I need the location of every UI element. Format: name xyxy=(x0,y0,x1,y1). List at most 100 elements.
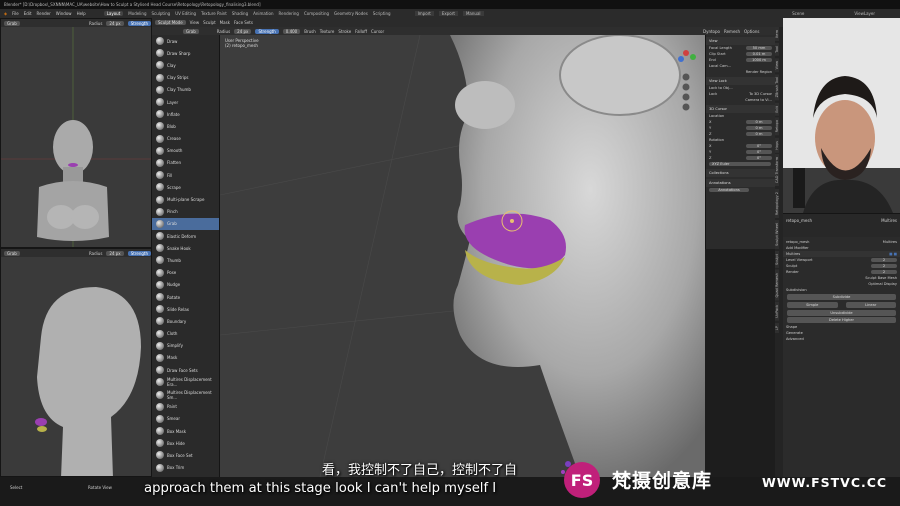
rotation-mode-dropdown[interactable]: XYZ Euler xyxy=(709,162,771,166)
3d-cursor-header[interactable]: 3D Cursor xyxy=(706,105,775,113)
workspace-tab-compositing[interactable]: Compositing xyxy=(304,11,329,16)
tool-item[interactable]: Pose xyxy=(152,267,219,279)
scene-selector[interactable]: Scene xyxy=(792,11,804,16)
tool-item[interactable]: Pinch xyxy=(152,206,219,218)
tool-item[interactable]: Boundary xyxy=(152,315,219,327)
rotation-z-field[interactable]: 0° xyxy=(746,156,772,160)
collections-header[interactable]: Collections xyxy=(706,169,775,177)
tool-item[interactable]: Slide Relax xyxy=(152,303,219,315)
rotation-y-field[interactable]: 0° xyxy=(746,150,772,154)
workspace-tab-geometry-nodes[interactable]: Geometry Nodes xyxy=(334,11,368,16)
active-tool-field[interactable]: Grab xyxy=(183,28,199,34)
sidebar-tab[interactable]: Retopology 2 xyxy=(775,188,779,218)
tool-name[interactable]: Grab xyxy=(4,20,20,26)
cursor-y-field[interactable]: 0 m xyxy=(746,126,772,130)
radius-field[interactable]: 24 px xyxy=(106,20,124,26)
tool-item[interactable]: Cloth xyxy=(152,328,219,340)
properties-modifier-tab[interactable]: Multires xyxy=(883,240,897,244)
import-button[interactable]: Import xyxy=(414,11,434,16)
menu-view[interactable]: View xyxy=(190,20,200,25)
tool-item[interactable]: Multires Displacement Era... xyxy=(152,376,219,388)
workspace-tab-layout[interactable]: Layout xyxy=(103,11,124,16)
menu-edit[interactable]: Edit xyxy=(24,11,32,16)
tool-item[interactable]: Mask xyxy=(152,352,219,364)
tool-item[interactable]: Grab xyxy=(152,217,219,230)
menu-sculpt[interactable]: Sculpt xyxy=(203,20,216,25)
tool-item[interactable]: Draw xyxy=(152,35,219,47)
texture-menu[interactable]: Texture xyxy=(320,29,335,34)
radius-field[interactable]: 24 px xyxy=(106,250,124,256)
tool-item[interactable]: Smear xyxy=(152,413,219,425)
shape-panel[interactable]: Shape xyxy=(786,325,797,329)
mode-selector[interactable]: Sculpt Mode xyxy=(155,20,186,25)
menu-face-sets[interactable]: Face Sets xyxy=(234,20,253,25)
sidebar-tab[interactable]: Sculpt xyxy=(775,250,779,268)
workspace-tab-uv-editing[interactable]: UV Editing xyxy=(175,11,196,16)
sidebar-tab[interactable]: Item xyxy=(775,27,779,41)
tool-item[interactable]: Layer xyxy=(152,96,219,108)
optimal-display-checkbox[interactable]: Optimal Display xyxy=(868,282,897,286)
modifier-toggles-icon[interactable]: ■ ■ xyxy=(889,252,897,256)
generate-panel[interactable]: Generate xyxy=(786,331,803,335)
dyntopo-menu[interactable]: Dyntopo xyxy=(703,29,720,34)
tool-item[interactable]: Paint xyxy=(152,401,219,413)
view-panel-header[interactable]: View xyxy=(706,37,775,45)
tool-item[interactable]: Draw Face Sets xyxy=(152,364,219,376)
small-viewport-side[interactable]: Grab Radius 24 px Strength xyxy=(0,248,152,477)
sidebar-tab[interactable]: Quad Remesh xyxy=(775,269,779,301)
tool-item[interactable]: Simplify xyxy=(152,340,219,352)
manual-button[interactable]: Manual xyxy=(462,11,484,16)
sculpt-base-mesh-checkbox[interactable]: Sculpt Base Mesh xyxy=(865,276,897,280)
axis-gizmo-icon[interactable] xyxy=(673,43,699,113)
tool-item[interactable]: Clay Strips xyxy=(152,72,219,84)
menu-render[interactable]: Render xyxy=(37,11,51,16)
sidebar-tab[interactable]: ZBrush Tool xyxy=(775,74,779,101)
tool-item[interactable]: Elastic Deform xyxy=(152,230,219,242)
radius-field[interactable]: 24 px xyxy=(234,28,252,34)
sidebar-tab[interactable]: UvPack xyxy=(775,302,779,321)
strength-field[interactable]: Strength xyxy=(127,250,151,256)
workspace-tab-animation[interactable]: Animation xyxy=(253,11,273,16)
view-layer-selector[interactable]: ViewLayer xyxy=(854,11,875,16)
sidebar-tab[interactable]: Sculpt Wheel xyxy=(775,219,779,249)
sidebar-tab[interactable]: Tool xyxy=(775,42,779,56)
tool-item[interactable]: Box Trim xyxy=(152,462,219,474)
tool-item[interactable]: Box Hide xyxy=(152,437,219,449)
sidebar-tab[interactable]: Hops xyxy=(775,137,779,153)
tool-item[interactable]: Draw Sharp xyxy=(152,47,219,59)
render-region-checkbox[interactable]: Render Region xyxy=(746,70,772,74)
sidebar-tab[interactable]: Edit xyxy=(775,102,779,116)
focal-length-field[interactable]: 50 mm xyxy=(746,46,772,50)
tool-item[interactable]: Flatten xyxy=(152,157,219,169)
cursor-x-field[interactable]: 0 m xyxy=(746,120,772,124)
tool-item[interactable]: Nudge xyxy=(152,279,219,291)
workspace-tab-sculpting[interactable]: Sculpting xyxy=(152,11,171,16)
sidebar-tab[interactable]: Retopo xyxy=(775,117,779,136)
workspace-tab-shading[interactable]: Shading xyxy=(232,11,248,16)
sculpt-level-field[interactable]: 2 xyxy=(871,264,897,268)
tool-item[interactable]: Box Face Set xyxy=(152,449,219,461)
brush-menu[interactable]: Brush xyxy=(304,29,316,34)
clip-end-field[interactable]: 1000 m xyxy=(746,58,772,62)
tool-item[interactable]: Thumb xyxy=(152,254,219,266)
tool-item[interactable]: Smooth xyxy=(152,145,219,157)
menu-file[interactable]: File xyxy=(12,11,19,16)
cursor-z-field[interactable]: 0 m xyxy=(746,132,772,136)
cursor-menu[interactable]: Cursor xyxy=(371,29,384,34)
tool-item[interactable]: Box Mask xyxy=(152,425,219,437)
menu-help[interactable]: Help xyxy=(77,11,86,16)
advanced-panel[interactable]: Advanced xyxy=(786,337,804,341)
workspace-tab-rendering[interactable]: Rendering xyxy=(279,11,299,16)
blender-logo-icon[interactable]: ◈ xyxy=(4,11,7,16)
workspace-tab-scripting[interactable]: Scripting xyxy=(373,11,391,16)
strength-field[interactable]: Strength xyxy=(127,20,151,26)
tool-item[interactable]: Fill xyxy=(152,169,219,181)
sidebar-tab[interactable]: LP xyxy=(775,322,779,333)
export-button[interactable]: Export xyxy=(438,11,458,16)
annotations-header[interactable]: Annotations xyxy=(706,179,775,187)
menu-mask[interactable]: Mask xyxy=(220,20,230,25)
outliner-object[interactable]: retopo_mesh xyxy=(786,218,812,223)
tool-item[interactable]: Multi-plane Scrape xyxy=(152,193,219,205)
clip-start-field[interactable]: 0.01 m xyxy=(746,52,772,56)
level-viewport-field[interactable]: 2 xyxy=(871,258,897,262)
